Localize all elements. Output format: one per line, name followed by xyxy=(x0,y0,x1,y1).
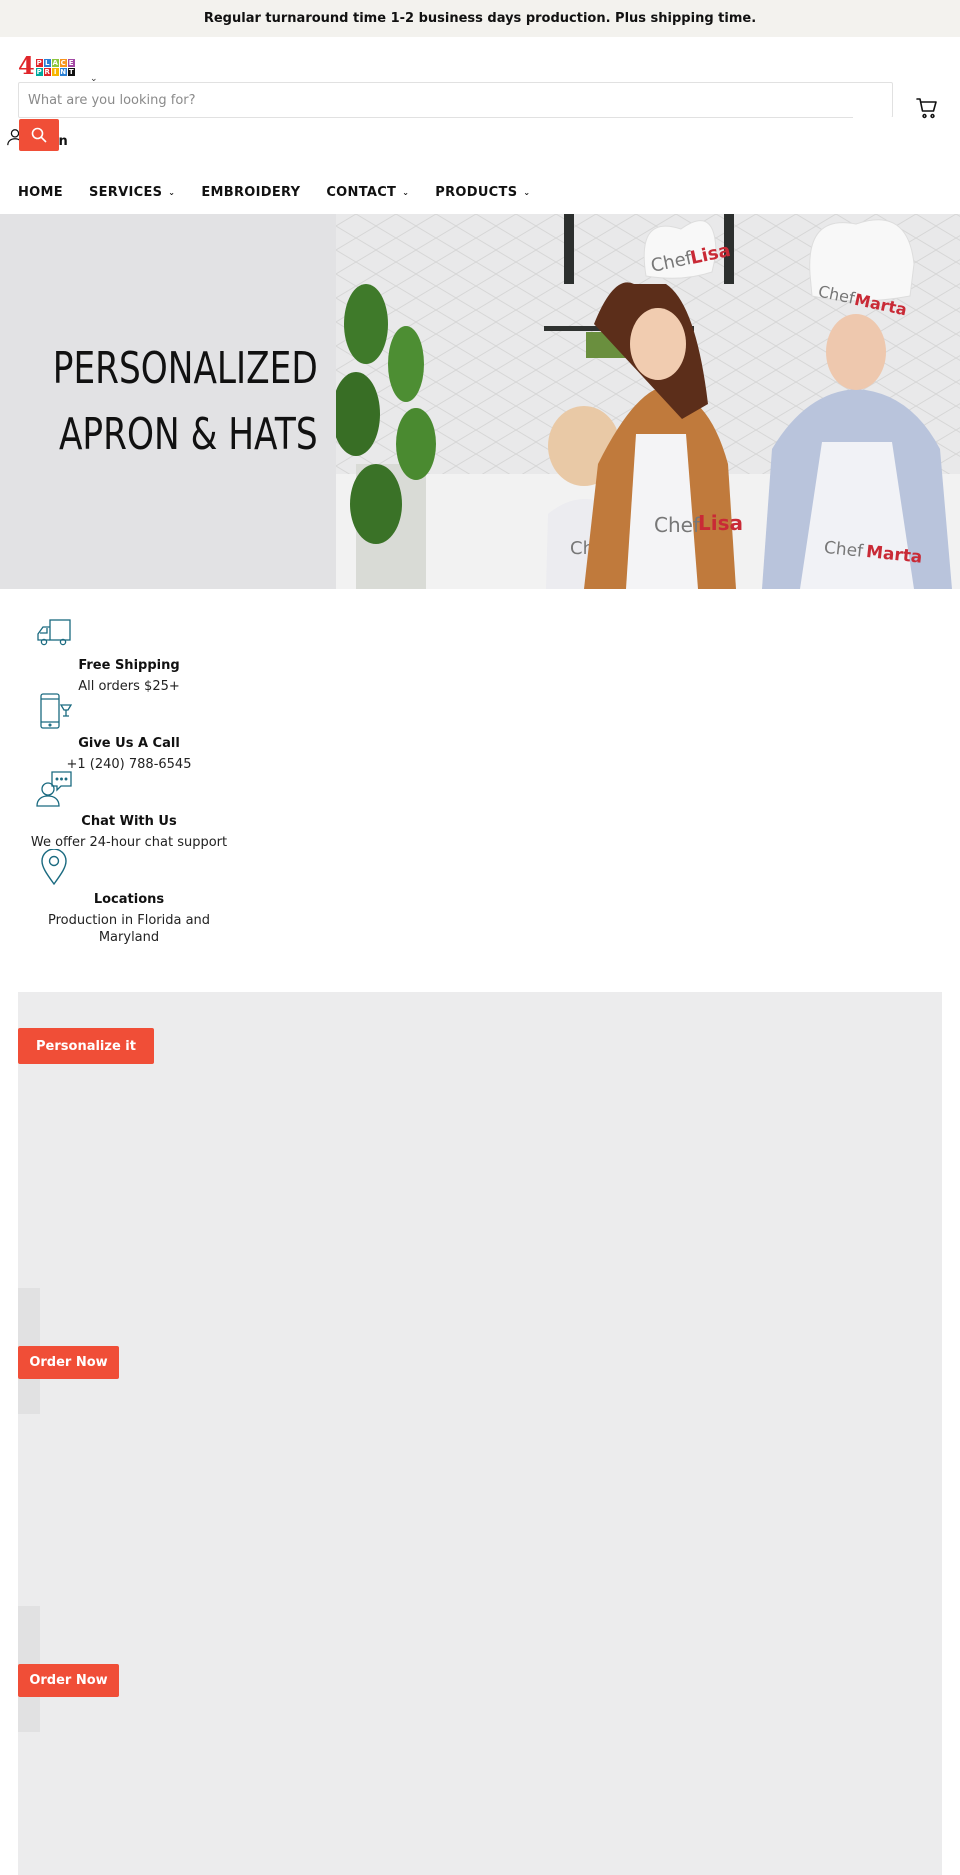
hero-banner[interactable]: PERSONALIZED APRON & HATS Chef Lisa Chef… xyxy=(0,214,960,589)
location-pin-icon xyxy=(41,849,67,885)
nav-item-contact[interactable]: CONTACT ⌄ xyxy=(326,181,409,203)
hero-photo: Chef Kris Chef Lisa Chef Lisa Chef Marta… xyxy=(336,214,960,589)
hero-heading: PERSONALIZED APRON & HATS xyxy=(0,214,336,589)
svg-text:Chef: Chef xyxy=(654,513,701,537)
chevron-down-icon: ⌄ xyxy=(402,187,410,197)
nav-item-label: PRODUCTS xyxy=(435,184,518,200)
feature-text: Production in Florida and Maryland xyxy=(47,913,211,945)
nav-item-label: CONTACT xyxy=(326,184,397,200)
feature-title: Locations xyxy=(93,892,165,907)
nav-item-label: SERVICES xyxy=(88,184,163,200)
logo-letter: L xyxy=(43,59,51,67)
main-nav: HOME SERVICES ⌄ EMBROIDERY CONTACT ⌄ PRO… xyxy=(18,181,530,203)
hero-heading-line-1: PERSONALIZED xyxy=(52,342,318,394)
chevron-down-icon: ⌄ xyxy=(523,187,531,197)
search-input[interactable] xyxy=(19,83,892,117)
logo-letter: T xyxy=(67,68,75,76)
nav-item-products[interactable]: PRODUCTS ⌄ xyxy=(435,181,530,203)
logo-letter: I xyxy=(51,68,59,76)
feature-title: Give Us A Call xyxy=(78,736,180,751)
site-logo[interactable]: 4 PLACE PRINT xyxy=(18,51,80,80)
feature-title: Chat With Us xyxy=(81,814,177,829)
order-now-button[interactable]: Order Now xyxy=(18,1664,119,1697)
truck-icon xyxy=(37,619,71,646)
promo-section xyxy=(18,992,942,1875)
order-now-button[interactable]: Order Now xyxy=(18,1346,119,1379)
announcement-text: Regular turnaround time 1-2 business day… xyxy=(203,11,757,26)
logo-letter: E xyxy=(67,59,75,67)
logo-letter: A xyxy=(51,59,59,67)
logo-numeral: 4 xyxy=(18,51,35,80)
logo-letter: C xyxy=(59,59,67,67)
chevron-down-icon: ⌄ xyxy=(168,187,176,197)
svg-text:Chef: Chef xyxy=(823,538,865,562)
logo-letter: P xyxy=(35,59,43,67)
nav-item-embroidery[interactable]: EMBROIDERY xyxy=(201,181,300,203)
logo-letter: N xyxy=(59,68,67,76)
search-button[interactable] xyxy=(19,119,59,151)
search-divider xyxy=(853,117,893,119)
feature-title: Free Shipping xyxy=(78,658,180,673)
nav-item-label: EMBROIDERY xyxy=(201,184,301,200)
nav-item-services[interactable]: SERVICES ⌄ xyxy=(89,181,175,203)
personalize-button[interactable]: Personalize it xyxy=(18,1028,154,1064)
search-bar[interactable] xyxy=(18,82,893,118)
logo-letter: P xyxy=(35,68,43,76)
svg-text:Lisa: Lisa xyxy=(698,511,743,535)
hero-heading-line-2: APRON & HATS xyxy=(59,408,318,460)
chat-icon xyxy=(36,771,72,807)
phone-icon xyxy=(40,693,72,729)
cart-icon[interactable] xyxy=(915,96,939,120)
logo-letter: R xyxy=(43,68,51,76)
logo-letters: PLACE PRINT xyxy=(35,59,75,76)
nav-item-home[interactable]: HOME xyxy=(18,181,63,203)
announcement-bar: Regular turnaround time 1-2 business day… xyxy=(0,0,960,37)
search-icon xyxy=(31,127,47,143)
nav-item-label: HOME xyxy=(18,184,63,200)
